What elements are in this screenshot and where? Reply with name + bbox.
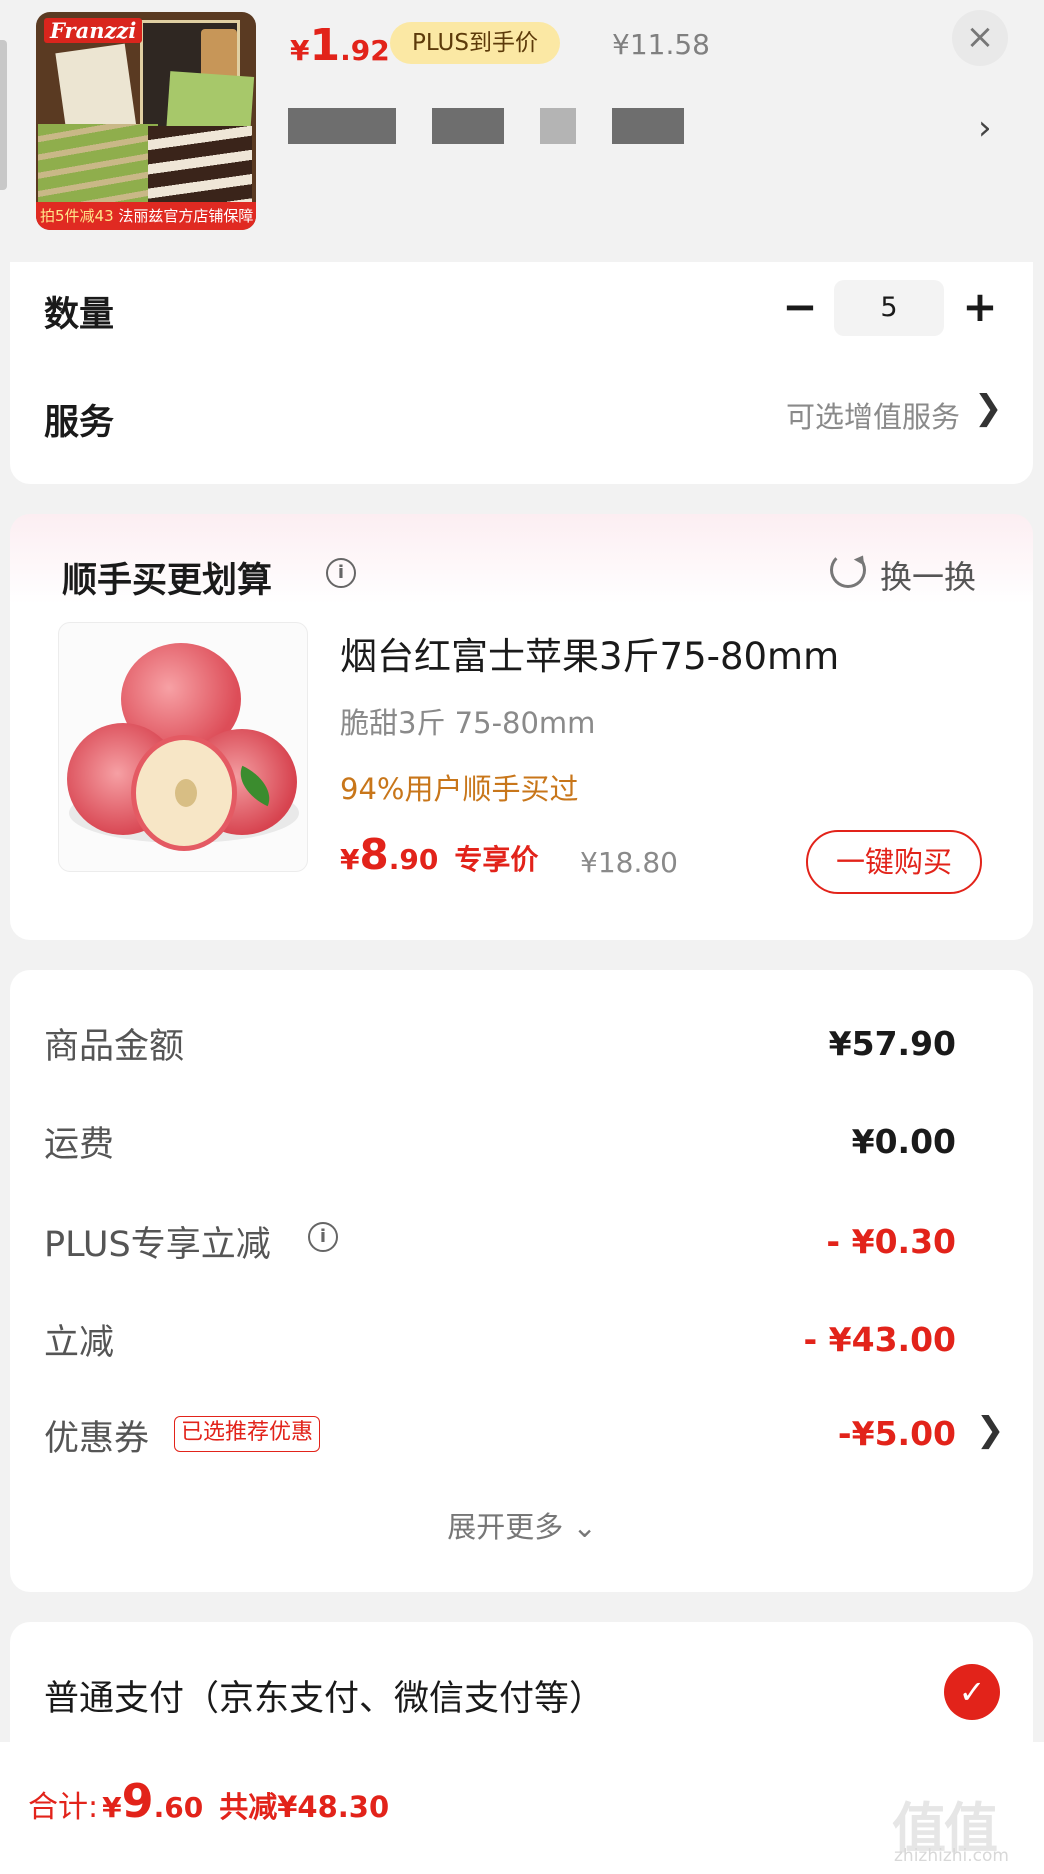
service-selector[interactable]: 可选增值服务 (700, 394, 960, 436)
redacted-block (540, 108, 576, 144)
price-decimal: .60 (153, 1791, 204, 1824)
chevron-right-icon[interactable]: ❯ (974, 388, 1003, 428)
thumbnail-promo-guarantee: 法丽兹官方店铺保障 (118, 207, 254, 225)
plus-price-badge: PLUS到手价 (390, 22, 560, 64)
price-currency: ¥ (290, 34, 310, 67)
info-icon[interactable]: i (308, 1222, 338, 1252)
amount-value-plus-discount: - ¥0.30 (826, 1222, 956, 1261)
quantity-input[interactable]: 5 (834, 280, 944, 336)
product-summary-header: Franzzi 拍5件减43 法丽兹官方店铺保障 ¥ 1 .92 PLUS到手价… (0, 0, 1044, 262)
price-integer: 8 (359, 830, 389, 879)
price-integer: 1 (309, 20, 341, 71)
coupon-recommended-badge: 已选推荐优惠 (174, 1416, 321, 1452)
price-currency: ¥ (340, 843, 360, 876)
amount-label-shipping: 运费 (44, 1125, 115, 1165)
one-click-buy-button[interactable]: 一键购买 (806, 830, 982, 894)
addon-exclusive-price: ¥ 8 .90 专享价 (340, 830, 538, 879)
amount-label-subtotal: 商品金额 (44, 1027, 185, 1067)
redacted-block (432, 108, 504, 144)
payment-method-label[interactable]: 普通支付（京东支付、微信支付等） (44, 1670, 604, 1721)
addon-original-price: ¥18.80 (580, 846, 678, 879)
brand-logo: Franzzi (44, 18, 143, 43)
order-total: 合计: ¥ 9 .60 共减¥48.30 (28, 1774, 389, 1828)
price-integer: 9 (121, 1774, 154, 1828)
close-icon: × (965, 17, 995, 57)
addon-product-spec: 脆甜3斤 75-80mm (340, 706, 596, 740)
chevron-right-icon[interactable]: › (978, 108, 992, 148)
redacted-block (612, 108, 684, 144)
thumbnail-chocolate-cookies (148, 126, 252, 210)
chevron-right-icon[interactable]: ❯ (976, 1410, 1005, 1450)
price-decimal: .90 (388, 843, 439, 876)
amount-value-instant-discount: - ¥43.00 (803, 1320, 956, 1359)
redacted-block (288, 108, 396, 144)
thumbnail-promo-strip: 拍5件减43 法丽兹官方店铺保障 (36, 202, 256, 230)
amount-label-instant-discount: 立减 (44, 1323, 115, 1363)
addon-social-proof: 94%用户顺手买过 (340, 772, 579, 806)
watermark-url: zhizhizhi.com (894, 1846, 1009, 1866)
info-icon[interactable]: i (326, 558, 356, 588)
refresh-icon[interactable] (830, 552, 866, 588)
price-currency: ¥ (102, 1791, 122, 1824)
addon-product-image[interactable] (58, 622, 308, 872)
close-button[interactable]: × (952, 10, 1008, 66)
quantity-label: 数量 (44, 295, 115, 335)
total-label: 合计: (28, 1790, 99, 1825)
price-decimal: .92 (340, 34, 390, 67)
amount-value-coupon[interactable]: -¥5.00 (838, 1414, 956, 1453)
scroll-indicator (0, 40, 7, 190)
plus-final-price: ¥ 1 .92 (290, 20, 390, 76)
amount-label-coupon: 优惠券 (44, 1419, 150, 1459)
quantity-decrease-button[interactable]: − (772, 280, 828, 336)
total-savings: 共减¥48.30 (219, 1790, 390, 1824)
expand-more-button[interactable]: 展开更多 ⌄ (0, 1504, 1044, 1546)
amount-value-shipping: ¥0.00 (851, 1122, 956, 1161)
thumbnail-promo-discount: 拍5件减43 (40, 207, 114, 225)
original-price: ¥11.58 (612, 28, 710, 61)
product-thumbnail[interactable]: Franzzi 拍5件减43 法丽兹官方店铺保障 (36, 12, 256, 230)
addon-product-name[interactable]: 烟台红富士苹果3斤75-80mm (340, 626, 839, 680)
addon-section-title: 顺手买更划算 (62, 561, 273, 601)
exclusive-price-tag: 专享价 (454, 843, 539, 876)
swap-button[interactable]: 换一换 (880, 552, 976, 598)
service-label: 服务 (44, 403, 115, 443)
amount-value-subtotal: ¥57.90 (828, 1024, 956, 1063)
thumbnail-matcha-cookies (38, 124, 158, 208)
quantity-increase-button[interactable]: + (952, 280, 1008, 336)
amount-label-plus-discount: PLUS专享立减 (44, 1225, 271, 1265)
check-icon[interactable]: ✓ (944, 1664, 1000, 1720)
apple-core-shape (175, 779, 197, 807)
